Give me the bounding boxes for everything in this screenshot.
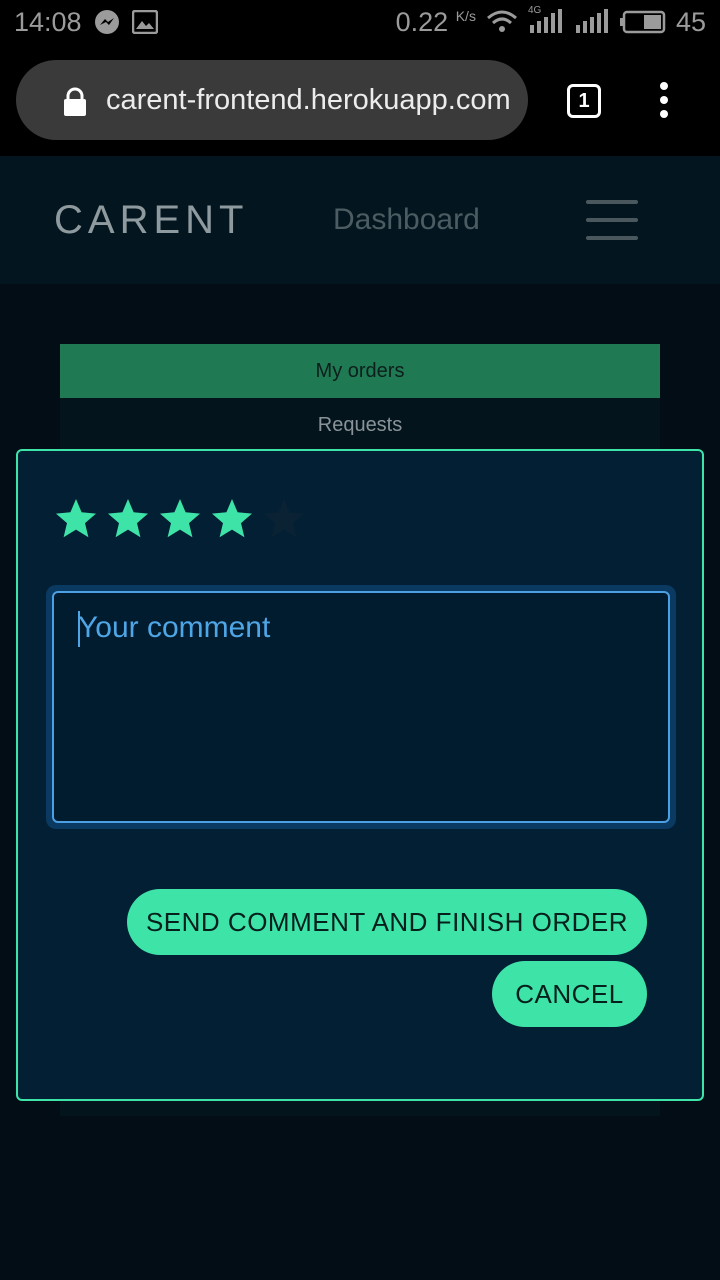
nav-dashboard-link[interactable]: Dashboard <box>333 203 480 237</box>
star-filled-icon[interactable] <box>210 497 254 541</box>
status-time: 14:08 <box>14 6 82 37</box>
send-comment-finish-order-button[interactable]: SEND COMMENT AND FINISH ORDER <box>127 889 647 955</box>
tab-switcher-button[interactable]: 1 <box>567 84 601 118</box>
comment-field-focus-ring <box>46 585 676 829</box>
star-filled-icon[interactable] <box>106 497 150 541</box>
battery-icon <box>619 10 666 34</box>
messenger-icon <box>94 9 120 35</box>
star-empty-icon[interactable] <box>262 497 306 541</box>
star-filled-icon[interactable] <box>158 497 202 541</box>
battery-level: 45 <box>675 6 706 37</box>
text-cursor <box>78 611 80 647</box>
wifi-icon <box>486 9 518 35</box>
star-rating[interactable] <box>54 497 306 541</box>
network-speed-unit: K/s <box>455 7 476 24</box>
image-icon <box>131 10 158 34</box>
comment-textarea[interactable] <box>52 591 670 823</box>
tab-requests[interactable]: Requests <box>60 398 660 452</box>
signal-icon-2 <box>574 9 610 35</box>
kebab-menu-icon[interactable] <box>656 82 672 118</box>
browser-toolbar: carent-frontend.herokuapp.com 1 <box>0 44 720 156</box>
cancel-button[interactable]: CANCEL <box>492 961 647 1027</box>
url-bar[interactable]: carent-frontend.herokuapp.com <box>16 60 528 140</box>
hamburger-icon[interactable] <box>586 200 638 240</box>
network-speed: 0.22 <box>395 6 449 37</box>
status-bar: 14:08 0.22 K/s 4G 45 <box>0 0 720 44</box>
network-type: 4G <box>527 5 542 16</box>
brand-logo[interactable]: CARENT <box>54 198 248 243</box>
star-filled-icon[interactable] <box>54 497 98 541</box>
url-text[interactable]: carent-frontend.herokuapp.com <box>106 82 518 118</box>
tab-my-orders[interactable]: My orders <box>60 344 660 398</box>
lock-icon <box>62 87 88 122</box>
rating-modal: SEND COMMENT AND FINISH ORDER CANCEL <box>16 449 704 1101</box>
signal-icon: 4G <box>528 5 564 35</box>
